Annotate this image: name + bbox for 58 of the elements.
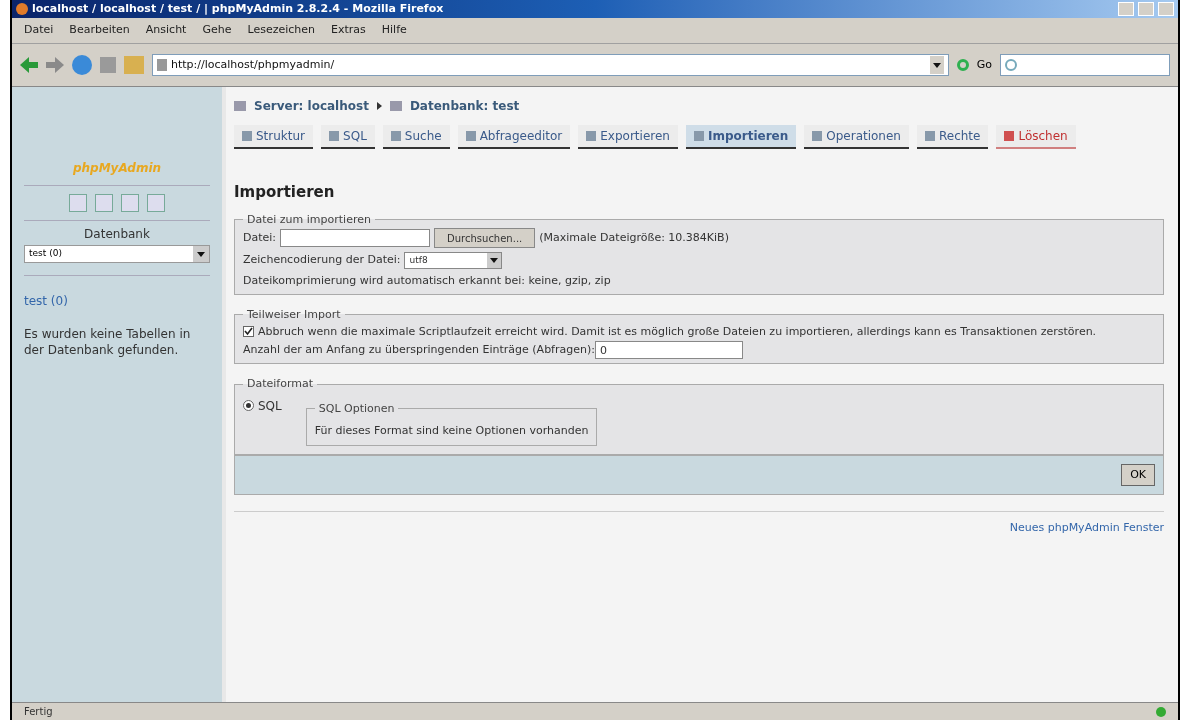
field-label: Datei: [243, 229, 277, 246]
url-text: http://localhost/phpmyadmin/ [171, 56, 335, 73]
search-icon [1005, 59, 1017, 71]
page-heading: Importieren [234, 182, 336, 203]
ok-button[interactable]: OK [1121, 464, 1155, 486]
tab[interactable]: Struktur [234, 125, 314, 149]
dropdown-icon[interactable] [487, 253, 502, 268]
go-button[interactable]: Go [976, 56, 992, 74]
skip-input[interactable]: 0 [594, 341, 743, 359]
search-field[interactable] [1000, 54, 1170, 76]
address-field[interactable]: http://localhost/phpmyadmin/ [152, 54, 949, 76]
dropdown-icon[interactable] [193, 246, 209, 262]
browse-button[interactable]: Durchsuchen... [434, 228, 536, 248]
menu-item[interactable]: Extras [331, 22, 366, 39]
tab[interactable]: Löschen [996, 125, 1076, 149]
window-title: localhost / localhost / test / | phpMyAdmin 2.8.2.4 - Mozilla Firefox [32, 0, 444, 17]
menu-item[interactable]: Datei [24, 22, 54, 39]
fieldset-legend: Teilweiser Import [243, 306, 345, 323]
tab[interactable]: Abfrageeditor [457, 125, 571, 149]
tab[interactable]: SQL [321, 125, 375, 149]
menu-item[interactable]: Bearbeiten [69, 22, 130, 39]
file-input[interactable] [280, 229, 431, 247]
breadcrumb-link[interactable]: Datenbank: test [409, 97, 520, 115]
menu-item[interactable]: Gehe [202, 22, 232, 39]
field-label: Anzahl der am Anfang zu überspringenden Einträge (Abfragen): [243, 341, 595, 358]
menu-item[interactable]: Lesezeichen [247, 22, 315, 39]
tab[interactable]: Rechte [916, 125, 989, 149]
field-label: Zeichencodierung der Datei: [243, 252, 401, 269]
fieldset-legend: SQL Optionen [314, 400, 399, 417]
logo: phpMyAdmin [72, 160, 162, 177]
tab[interactable]: Suche [382, 125, 450, 149]
tab[interactable]: Importieren [685, 125, 797, 149]
status-text: Fertig [24, 705, 53, 719]
tab[interactable]: Operationen [804, 125, 909, 149]
menu-item[interactable]: Ansicht [145, 22, 187, 39]
fieldset-legend: Dateiformat [243, 376, 318, 393]
checkbox-label: Abbruch wenn die maximale Scriptlaufzeit erreicht wird. Damit ist es möglich große Dateien zu importieren, allerdings kann es Transaktionen zerstören. [258, 324, 1097, 340]
database-link[interactable]: test (0) [24, 292, 210, 310]
database-select[interactable]: test (0) [24, 245, 210, 263]
radio-button[interactable] [243, 400, 254, 411]
compression-note: Dateikomprimierung wird automatisch erkannt bei: keine, gzip, zip [243, 273, 612, 289]
dropdown-icon[interactable] [929, 56, 944, 74]
tab[interactable]: Exportieren [578, 125, 678, 149]
new-window-link[interactable]: Neues phpMyAdmin Fenster [1009, 520, 1164, 537]
back-arrow-icon[interactable] [20, 57, 38, 73]
options-note: Für dieses Format sind keine Optionen vorhanden [314, 424, 589, 437]
max-size-text: (Maximale Dateigröße: 10.384KiB) [539, 229, 729, 246]
charset-select[interactable]: utf8 [404, 252, 503, 269]
empty-message: Es wurden keine Tabellen in der Datenbank gefunden. [24, 326, 192, 358]
checkbox[interactable] [243, 326, 254, 337]
go-icon[interactable] [956, 59, 969, 71]
menu-item[interactable]: Hilfe [381, 22, 407, 39]
breadcrumb-link[interactable]: Server: localhost [254, 97, 369, 115]
database-label: Datenbank [83, 226, 151, 243]
separator-icon [376, 102, 382, 110]
radio-label: SQL [258, 397, 282, 415]
forward-arrow-icon[interactable] [46, 57, 64, 73]
fieldset-legend: Datei zum importieren [243, 211, 375, 228]
